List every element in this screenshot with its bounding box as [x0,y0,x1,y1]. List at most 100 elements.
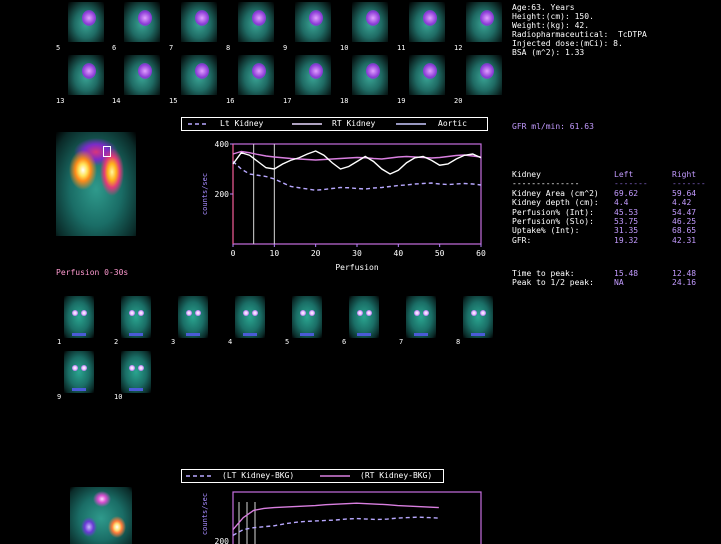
row-label: Perfusion% (Int): [512,207,594,217]
bladder-band [414,333,428,336]
aortic-roi-box [103,146,111,157]
lt-bkg-legend-swatch [186,475,212,477]
bladder-band [72,333,86,336]
row-label: Perfusion% (Slo): [512,217,594,227]
header-left: Left [614,170,634,179]
row-label: Kidney Area (cm^2) [512,188,599,198]
kidney-table-row: GFR: 19.32 42.31 [512,236,706,245]
bladder-band [357,333,371,336]
kidney-hotspot [252,10,266,26]
dynamic-frame [181,55,217,95]
left-kidney-spot [414,310,420,316]
left-kidney-spot [357,310,363,316]
kidney-table-row: Perfusion% (Slo): 53.75 46.25 [512,217,706,226]
chart1-legend: Lt Kidney RT Kidney Aortic [181,117,488,131]
right-value: 12.48 [672,269,697,278]
x-tick-label: 50 [435,249,445,258]
frame-number: 3 [171,338,176,346]
dynamic-frame [466,55,502,95]
left-value: 19.32 [614,235,639,245]
frame-number: 15 [169,97,178,105]
left-kidney-spot [129,365,135,371]
frame-number: 10 [340,44,349,52]
renogram-chart: 0 10 20 30 40 50 60 200 400 counts/sec Perfusion [201,140,486,270]
right-kidney-spot [366,310,372,316]
radiopharmaceutical: Radiopharmaceutical: TcDTPA [512,30,647,39]
frame-number: 5 [56,44,61,52]
right-kidney-spot [81,365,87,371]
legend-lt-kidney: Lt Kidney [220,119,264,128]
perfusion-frame [178,296,208,338]
left-kidney-spot [243,310,249,316]
patient-bsa: BSA (m^2): 1.33 [512,48,585,57]
lt-kidney-legend-swatch [188,123,206,125]
kidney-hotspot [423,10,437,26]
bladder-band [129,333,143,336]
kidney-hotspot [480,10,494,26]
perfusion-frame [64,351,94,393]
series-line-lt-kidney-bkg [232,516,439,536]
frame-number: 7 [399,338,404,346]
row-label: Time to peak: [512,269,575,278]
perfusion-frame [64,296,94,338]
frame-number: 9 [283,44,288,52]
kidney-hotspot [366,63,380,79]
right-kidney-spot [81,310,87,316]
perfusion-label: Perfusion 0-30s [56,268,129,277]
frame-number: 4 [228,338,233,346]
dynamic-frame [238,55,274,95]
plot-border [232,143,482,245]
legend-rt-kidney: RT Kidney [332,119,376,128]
right-value: 59.64 [672,188,697,198]
right-kidney-spot [252,310,258,316]
kidney-hotspot [366,10,380,26]
y-axis-label: counts/sec [201,173,209,215]
right-kidney-spot [480,310,486,316]
kidney-hotspot [309,10,323,26]
right-kidney-spot [138,365,144,371]
y-axis-label: counts/sec [201,493,209,535]
frame-number: 7 [169,44,174,52]
x-tick-label: 0 [231,249,236,258]
bladder-band [300,333,314,336]
frame-number: 14 [112,97,121,105]
frame-number: 13 [56,97,65,105]
right-kidney-spot [423,310,429,316]
injected-dose: Injected dose:(mCi): 8. [512,39,623,48]
gfr-total-label: GFR ml/min: 61.63 [512,122,594,131]
perfusion-frame [292,296,322,338]
right-value: 46.25 [672,217,697,227]
dynamic-frame [124,2,160,42]
kidney-hotspot [82,10,96,26]
perfusion-frame [235,296,265,338]
summed-kidney-image [56,132,136,236]
row-label: Peak to 1/2 peak: [512,278,594,288]
left-kidney-spot [129,310,135,316]
left-value: 45.53 [614,207,639,217]
kidney-hotspot [138,10,152,26]
kidney-table-row: Kidney Area (cm^2) 69.62 59.64 [512,189,706,198]
perfusion-frame [349,296,379,338]
x-axis-label: Perfusion [335,263,379,270]
bladder-band [186,333,200,336]
legend-lt-kidney-bkg: (LT Kidney-BKG) [222,471,295,480]
rt-kidney-legend-swatch [292,123,322,125]
separator-right: ------- [672,179,706,189]
x-tick-label: 10 [270,249,280,258]
y-tick-label: 200 [215,537,230,544]
perfusion-frame [406,296,436,338]
frame-number: 8 [226,44,231,52]
left-value: 31.35 [614,226,639,236]
separator-left: ------- [614,179,648,189]
dynamic-frame [295,55,331,95]
frame-number: 11 [397,44,406,52]
kidney-hotspot [82,63,96,79]
legend-rt-kidney-bkg: (RT Kidney-BKG) [360,471,433,480]
kidney-table-row: Uptake% (Int): 31.35 68.65 [512,226,706,235]
patient-weight: Weight:(kg): 42. [512,21,590,30]
chart2-legend: (LT Kidney-BKG) (RT Kidney-BKG) [181,469,444,483]
frame-number: 2 [114,338,119,346]
frame-number: 5 [285,338,290,346]
right-kidney-spot [138,310,144,316]
bkg-corrected-chart: 200 counts/sec [201,491,482,544]
